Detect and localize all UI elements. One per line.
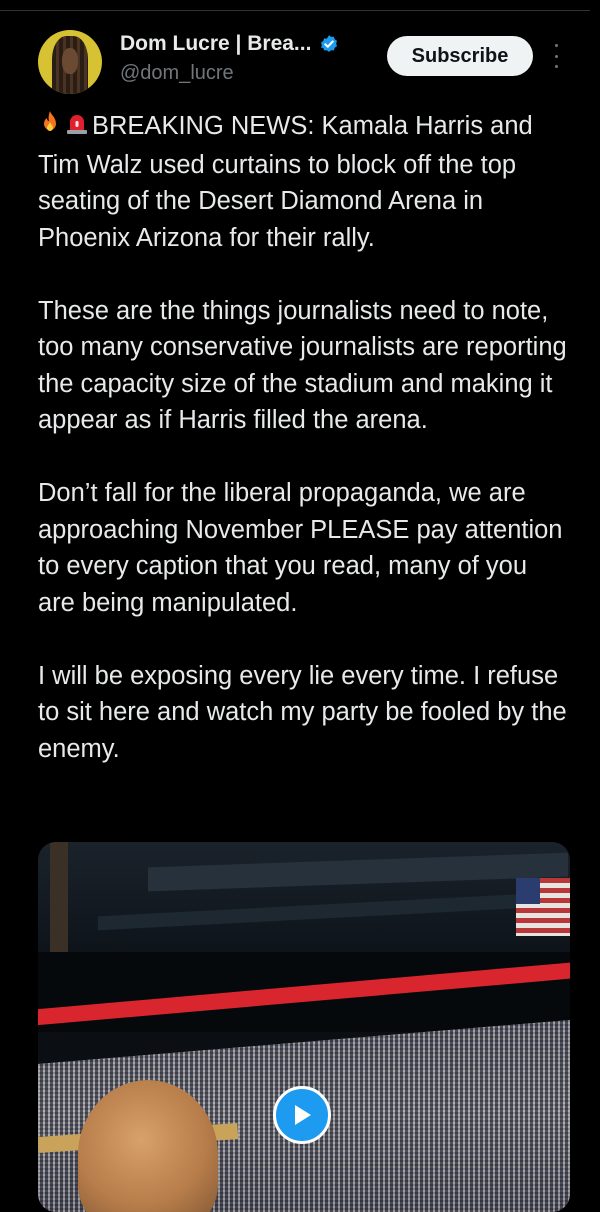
tweet-paragraph-2: These are the things journalists need to… — [38, 296, 567, 435]
tweet-text: BREAKING NEWS: Kamala Harris and Tim Wal… — [38, 108, 568, 804]
flag-image — [516, 878, 570, 936]
fire-icon — [38, 110, 62, 147]
tweet-paragraph-4: I will be exposing every lie every time.… — [38, 661, 567, 763]
tweet-paragraph-1-text: BREAKING NEWS: Kamala Harris and Tim Wal… — [38, 112, 533, 252]
subscribe-button[interactable]: Subscribe — [387, 36, 533, 76]
play-triangle-icon — [295, 1105, 311, 1125]
author-name-row[interactable]: Dom Lucre | Brea... — [120, 32, 339, 56]
author-handle[interactable]: @dom_lucre — [120, 62, 234, 85]
top-divider — [0, 10, 590, 11]
avatar-face — [62, 48, 78, 74]
more-vertical-icon[interactable] — [548, 44, 564, 68]
tweet-paragraph-3: Don’t fall for the liberal propaganda, w… — [38, 479, 563, 617]
play-icon[interactable] — [273, 1086, 331, 1144]
tweet-video[interactable] — [38, 842, 570, 1212]
siren-icon — [65, 110, 89, 147]
tweet-paragraph-1: BREAKING NEWS: Kamala Harris and Tim Wal… — [38, 108, 568, 256]
verified-badge-icon — [321, 35, 338, 52]
author-display-name[interactable]: Dom Lucre | Brea... — [120, 32, 311, 56]
arena-pillar — [50, 842, 68, 952]
flag-canton — [516, 878, 540, 904]
more-dot — [554, 54, 558, 58]
more-dot — [554, 44, 558, 47]
more-dot — [554, 65, 558, 68]
avatar[interactable] — [38, 30, 102, 94]
